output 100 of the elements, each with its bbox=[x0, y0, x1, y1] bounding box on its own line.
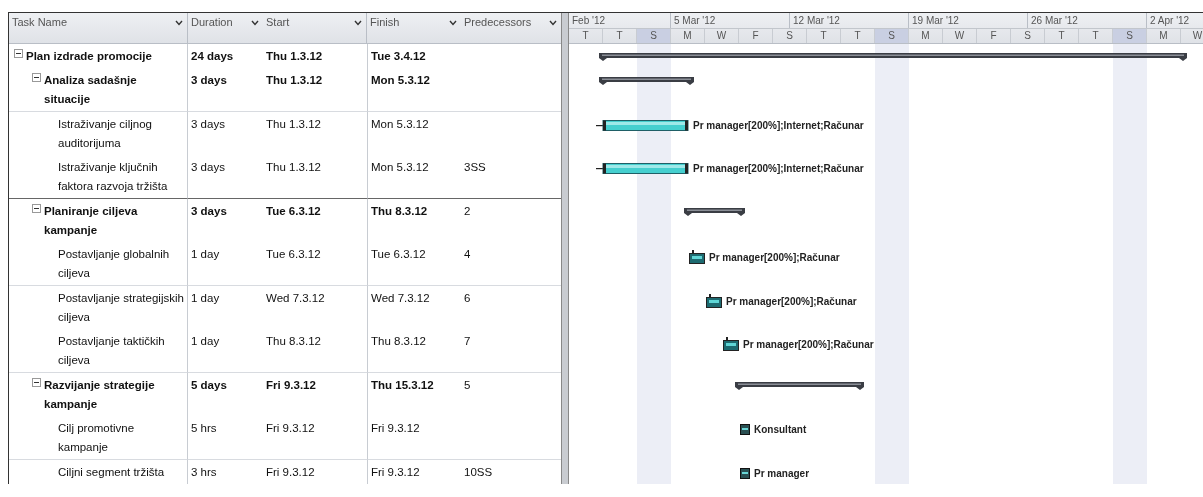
collapse-icon[interactable] bbox=[32, 73, 41, 82]
summary-bar[interactable] bbox=[735, 381, 864, 391]
finish-date: Thu 8.3.12 bbox=[371, 205, 428, 217]
day-label: S bbox=[637, 29, 671, 43]
dropdown-icon[interactable] bbox=[354, 20, 362, 26]
day-label: S bbox=[875, 29, 909, 43]
duration-cell: 3 days bbox=[191, 161, 225, 173]
task-name: Cilj promotivne kampanje bbox=[58, 421, 136, 455]
resource-label: Konsultant bbox=[754, 424, 807, 435]
day-label: W bbox=[705, 29, 739, 43]
day-label: F bbox=[977, 29, 1011, 43]
day-label: T bbox=[1045, 29, 1079, 43]
column-header[interactable]: Finish bbox=[367, 13, 461, 44]
column-header[interactable]: Task Name bbox=[9, 13, 188, 44]
duration-cell: 3 hrs bbox=[191, 466, 217, 478]
start-date: Thu 1.3.12 bbox=[266, 74, 323, 86]
start-date: Tue 6.3.12 bbox=[266, 205, 321, 217]
duration-cell: 3 days bbox=[191, 118, 225, 130]
task-bar[interactable] bbox=[706, 294, 722, 308]
duration-cell: 1 day bbox=[191, 292, 220, 304]
predecessor-cell: 4 bbox=[464, 248, 471, 260]
task-name: Planiranje ciljeva kampanje bbox=[44, 204, 139, 238]
day-label: M bbox=[909, 29, 943, 43]
duration-cell: 5 hrs bbox=[191, 422, 217, 434]
resource-label: Pr manager[200%];Računar bbox=[709, 251, 840, 263]
day-label: F bbox=[739, 29, 773, 43]
start-date: Tue 6.3.12 bbox=[266, 248, 321, 260]
day-label: M bbox=[1147, 29, 1181, 43]
collapse-icon[interactable] bbox=[32, 204, 41, 213]
timescale-label: 26 Mar '12 bbox=[1028, 13, 1147, 28]
duration-cell: 1 day bbox=[191, 335, 220, 347]
collapse-icon[interactable] bbox=[32, 378, 41, 387]
start-date: Fri 9.3.12 bbox=[266, 422, 315, 434]
task-name: Razvijanje strategije kampanje bbox=[44, 378, 156, 412]
task-bar[interactable] bbox=[740, 468, 750, 479]
task-bar[interactable] bbox=[740, 424, 750, 435]
start-date: Thu 1.3.12 bbox=[266, 50, 323, 62]
predecessor-cell: 3SS bbox=[464, 161, 486, 173]
resource-label: Pr manager bbox=[754, 468, 810, 479]
task-name: Postavljanje globalnih ciljeva bbox=[58, 247, 171, 281]
resource-label: Pr manager[200%];Internet;Računar bbox=[693, 120, 864, 131]
finish-date: Thu 15.3.12 bbox=[371, 379, 434, 391]
task-bar[interactable] bbox=[689, 250, 705, 264]
dropdown-icon[interactable] bbox=[251, 20, 259, 26]
finish-date: Mon 5.3.12 bbox=[371, 161, 429, 173]
column-header[interactable]: Start bbox=[263, 13, 367, 44]
column-header[interactable]: Duration bbox=[188, 13, 263, 44]
task-name: Istraživanje ciljnog auditorijuma bbox=[58, 117, 153, 151]
predecessor-cell: 5 bbox=[464, 379, 471, 391]
resource-label: Pr manager[200%];Internet;Računar bbox=[693, 163, 864, 174]
day-label: S bbox=[1011, 29, 1045, 43]
day-label: T bbox=[807, 29, 841, 43]
dropdown-icon[interactable] bbox=[449, 20, 457, 26]
timescale-label: Feb '12 bbox=[569, 13, 671, 28]
finish-date: Wed 7.3.12 bbox=[371, 292, 430, 304]
dropdown-icon[interactable] bbox=[549, 20, 557, 26]
task-name: Postavljanje taktičkih ciljeva bbox=[58, 334, 166, 368]
finish-date: Mon 5.3.12 bbox=[371, 74, 430, 86]
finish-date: Fri 9.3.12 bbox=[371, 466, 420, 478]
day-label: S bbox=[773, 29, 807, 43]
duration-cell: 3 days bbox=[191, 74, 227, 86]
duration-cell: 24 days bbox=[191, 50, 234, 62]
task-bar[interactable] bbox=[596, 120, 689, 131]
predecessor-cell: 10SS bbox=[464, 466, 493, 478]
day-label: S bbox=[1113, 29, 1147, 43]
start-date: Thu 1.3.12 bbox=[266, 118, 321, 130]
task-name: Analiza sadašnje situacije bbox=[44, 73, 138, 107]
task-name: Istraživanje ključnih faktora razvoja tržišta bbox=[58, 160, 169, 194]
resource-label: Pr manager[200%];Računar bbox=[726, 295, 857, 307]
duration-cell: 5 days bbox=[191, 379, 227, 391]
day-label: M bbox=[671, 29, 705, 43]
task-name: Plan izdrade promocije bbox=[26, 49, 152, 64]
timescale-label: 19 Mar '12 bbox=[909, 13, 1028, 28]
predecessor-cell: 7 bbox=[464, 335, 471, 347]
finish-date: Tue 6.3.12 bbox=[371, 248, 426, 260]
start-date: Thu 8.3.12 bbox=[266, 335, 321, 347]
resource-label: Pr manager[200%];Računar bbox=[743, 338, 874, 350]
timescale-label: 5 Mar '12 bbox=[671, 13, 790, 28]
predecessor-cell: 6 bbox=[464, 292, 471, 304]
timescale-label: 2 Apr '12 bbox=[1147, 13, 1203, 28]
dropdown-icon[interactable] bbox=[175, 20, 183, 26]
summary-bar[interactable] bbox=[684, 207, 745, 217]
finish-date: Thu 8.3.12 bbox=[371, 335, 426, 347]
column-header[interactable]: Predecessors bbox=[461, 13, 561, 44]
collapse-icon[interactable] bbox=[14, 49, 23, 58]
finish-date: Mon 5.3.12 bbox=[371, 118, 429, 130]
duration-cell: 1 day bbox=[191, 248, 220, 260]
start-date: Fri 9.3.12 bbox=[266, 379, 316, 391]
day-label: T bbox=[569, 29, 603, 43]
start-date: Thu 1.3.12 bbox=[266, 161, 321, 173]
timescale-label: 12 Mar '12 bbox=[790, 13, 909, 28]
task-bar[interactable] bbox=[596, 163, 689, 174]
summary-bar[interactable] bbox=[599, 52, 1187, 62]
day-label: W bbox=[943, 29, 977, 43]
start-date: Wed 7.3.12 bbox=[266, 292, 325, 304]
summary-bar[interactable] bbox=[599, 76, 694, 86]
duration-cell: 3 days bbox=[191, 205, 227, 217]
finish-date: Tue 3.4.12 bbox=[371, 50, 426, 62]
predecessor-cell: 2 bbox=[464, 205, 471, 217]
task-bar[interactable] bbox=[723, 337, 739, 351]
